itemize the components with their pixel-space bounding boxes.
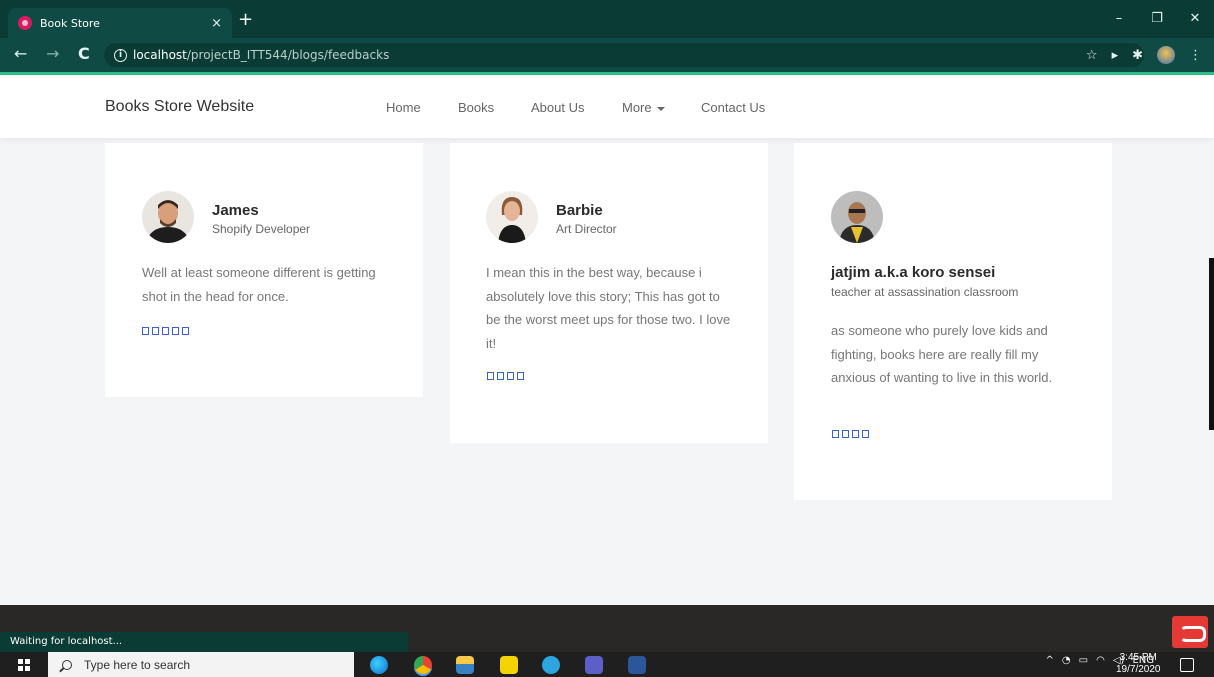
- star-icon: [162, 327, 169, 335]
- star-icon: [152, 327, 159, 335]
- restore-button[interactable]: ❐: [1138, 0, 1176, 38]
- sticky-notes-icon[interactable]: [500, 656, 518, 674]
- page-scrollbar[interactable]: [1209, 258, 1214, 430]
- tray-battery-icon[interactable]: ▭: [1079, 655, 1088, 666]
- browser-tab[interactable]: Book Store ×: [8, 8, 232, 38]
- star-rating: [142, 320, 192, 339]
- star-icon: [842, 430, 849, 438]
- back-arrow-icon[interactable]: ←: [14, 44, 27, 63]
- caret-down-icon: [656, 106, 665, 111]
- taskbar-search-box[interactable]: Type here to search: [48, 652, 354, 677]
- star-icon: [182, 327, 189, 335]
- jatjim-photo-icon: [831, 191, 883, 243]
- testimonial-quote: Well at least someone different is getti…: [142, 265, 376, 304]
- star-icon: [862, 430, 869, 438]
- bookstore-favicon-icon: [18, 16, 32, 30]
- barbie-photo-icon: [486, 191, 538, 243]
- testimonial-role: teacher at assassination classroom: [831, 285, 1019, 299]
- window-controls: – ❐ ✕: [1100, 0, 1214, 38]
- avatar: [486, 191, 538, 243]
- testimonial-role: Shopify Developer: [212, 222, 311, 236]
- reload-icon[interactable]: C: [78, 44, 90, 63]
- forward-arrow-icon[interactable]: →: [46, 44, 59, 63]
- star-icon: [832, 430, 839, 438]
- nav-about-us[interactable]: About Us: [531, 100, 584, 115]
- avatar: [142, 191, 194, 243]
- testimonial-name: James: [212, 202, 259, 219]
- bookmark-star-icon[interactable]: ☆: [1086, 48, 1098, 63]
- telegram-icon[interactable]: [542, 656, 560, 674]
- testimonial-quote: as someone who purely love kids and figh…: [831, 323, 1053, 385]
- star-icon: [517, 372, 524, 380]
- media-extension-icon[interactable]: ▸: [1112, 48, 1119, 63]
- chrome-browser-icon[interactable]: [414, 656, 432, 674]
- testimonial-card-jatjim: jatjim a.k.a koro sensei teacher at assa…: [794, 143, 1112, 500]
- search-icon: [62, 659, 72, 670]
- tray-wifi-icon[interactable]: ◠: [1096, 655, 1105, 666]
- tray-network-icon[interactable]: ◔: [1062, 655, 1071, 666]
- tab-close-icon[interactable]: ×: [211, 16, 222, 31]
- nav-books[interactable]: Books: [458, 100, 494, 115]
- close-window-button[interactable]: ✕: [1176, 0, 1214, 38]
- star-rating: [487, 365, 527, 384]
- teams-icon[interactable]: [585, 656, 603, 674]
- nav-home[interactable]: Home: [386, 100, 421, 115]
- url-path: /projectB_ITT544/blogs/feedbacks: [186, 48, 390, 62]
- testimonial-quote: I mean this in the best way, because i a…: [486, 265, 731, 351]
- minimize-button[interactable]: –: [1100, 0, 1138, 38]
- file-explorer-icon[interactable]: [456, 656, 474, 674]
- tab-title: Book Store: [40, 16, 100, 30]
- star-rating: [832, 423, 872, 442]
- testimonial-name: jatjim a.k.a koro sensei: [831, 264, 996, 281]
- new-tab-button[interactable]: +: [238, 10, 253, 30]
- star-icon: [507, 372, 514, 380]
- taskbar-search-placeholder: Type here to search: [84, 657, 191, 672]
- testimonial-role: Art Director: [556, 222, 617, 236]
- star-icon: [497, 372, 504, 380]
- avatar: [831, 191, 883, 243]
- testimonial-name: Barbie: [556, 202, 603, 219]
- clock-time: 3:45 PM: [1119, 652, 1157, 663]
- taskbar-clock[interactable]: 3:45 PM 19/7/2020: [1116, 652, 1161, 676]
- site-info-icon[interactable]: i: [114, 48, 127, 62]
- tray-chevron-up-icon[interactable]: ^: [1046, 655, 1054, 666]
- star-icon: [852, 430, 859, 438]
- notification-center-icon[interactable]: [1180, 658, 1194, 672]
- testimonial-card-james: James Shopify Developer Well at least so…: [105, 143, 423, 397]
- star-icon: [172, 327, 179, 335]
- word-icon[interactable]: [628, 656, 646, 674]
- address-bar[interactable]: i localhost/projectB_ITT544/blogs/feedba…: [104, 43, 1144, 67]
- profile-avatar-icon[interactable]: [1157, 46, 1175, 64]
- testimonial-card-barbie: Barbie Art Director I mean this in the b…: [450, 143, 768, 443]
- james-photo-icon: [142, 191, 194, 243]
- edge-browser-icon[interactable]: [370, 656, 388, 674]
- url-host: localhost: [133, 48, 187, 62]
- clock-date: 19/7/2020: [1116, 664, 1161, 675]
- extensions-puzzle-icon[interactable]: ✱: [1132, 48, 1143, 63]
- nav-more-label: More: [622, 100, 652, 115]
- windows-start-icon[interactable]: [18, 659, 30, 671]
- star-icon: [142, 327, 149, 335]
- star-icon: [487, 372, 494, 380]
- floating-app-icon[interactable]: [1172, 616, 1208, 648]
- site-brand[interactable]: Books Store Website: [105, 98, 254, 116]
- nav-more-dropdown[interactable]: More: [622, 100, 665, 115]
- nav-contact-us[interactable]: Contact Us: [701, 100, 765, 115]
- extension-icons: ☆ ▸ ✱ ⋮: [1086, 46, 1202, 64]
- browser-status-bar: Waiting for localhost...: [0, 632, 408, 652]
- browser-menu-icon[interactable]: ⋮: [1189, 48, 1202, 63]
